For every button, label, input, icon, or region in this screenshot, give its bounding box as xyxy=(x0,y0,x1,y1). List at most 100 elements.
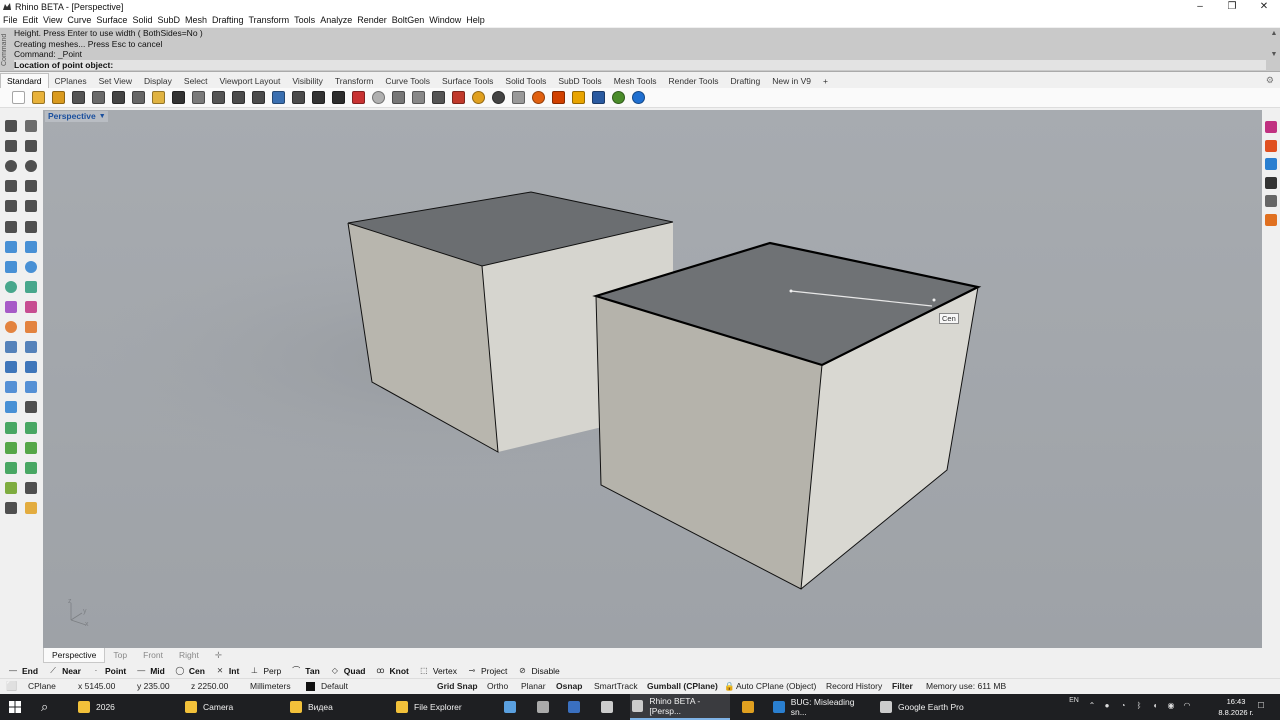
tab-mesh-tools[interactable]: Mesh Tools xyxy=(608,74,663,88)
menu-boltgen[interactable]: BoltGen xyxy=(389,14,427,27)
sphere-tool[interactable] xyxy=(22,258,40,276)
osnap-cen[interactable]: ◯ Cen xyxy=(175,666,205,676)
view-tab-front[interactable]: Front xyxy=(135,648,171,662)
mesh-grid-tool[interactable] xyxy=(22,278,40,296)
dimension-tool[interactable] xyxy=(22,378,40,396)
subd-box-tool[interactable] xyxy=(2,298,20,316)
eraser-tool[interactable] xyxy=(22,298,40,316)
triangle-tool[interactable] xyxy=(2,177,20,195)
tab-new-in-v9[interactable]: New in V9 xyxy=(766,74,817,88)
copy-button[interactable] xyxy=(128,89,148,107)
display-panel-icon[interactable] xyxy=(1265,176,1277,189)
tab-curve-tools[interactable]: Curve Tools xyxy=(379,74,436,88)
boolean-union-tool[interactable] xyxy=(2,358,20,376)
grid-snap-toggle[interactable]: Grid Snap xyxy=(437,679,478,694)
menu-curve[interactable]: Curve xyxy=(65,14,94,27)
text-tool[interactable] xyxy=(2,378,20,396)
taskbar-item[interactable]: File Explorer xyxy=(394,694,494,720)
taskbar-item[interactable] xyxy=(535,694,557,720)
zoom-window-button[interactable] xyxy=(248,89,268,107)
tab-solid-tools[interactable]: Solid Tools xyxy=(499,74,552,88)
microphone-icon[interactable]: ● xyxy=(1102,701,1112,711)
filter-toggle[interactable]: Filter xyxy=(892,679,913,694)
close-button[interactable]: ✕ xyxy=(1248,0,1280,14)
taskbar-item[interactable]: 2026 xyxy=(76,694,176,720)
menu-surface[interactable]: Surface xyxy=(94,14,130,27)
search-icon[interactable]: ⌕ xyxy=(41,694,48,720)
osnap-mid[interactable]: — Mid xyxy=(136,666,165,676)
osnap-vertex[interactable]: ⬚ Vertex xyxy=(419,666,457,676)
tab-surface-tools[interactable]: Surface Tools xyxy=(436,74,499,88)
circle-tool[interactable] xyxy=(2,157,20,175)
check-mesh-tool[interactable] xyxy=(2,479,20,497)
osnap-project[interactable]: ⊸ Project xyxy=(467,666,508,676)
tray-chevron-icon[interactable]: ⌃ xyxy=(1087,701,1097,711)
menu-tools[interactable]: Tools xyxy=(292,14,318,27)
save-button[interactable] xyxy=(48,89,68,107)
add-view-tab-button[interactable]: ✛ xyxy=(207,648,230,662)
menu-view[interactable]: View xyxy=(41,14,65,27)
menu-analyze[interactable]: Analyze xyxy=(318,14,355,27)
osnap-int[interactable]: ⨯ Int xyxy=(215,666,240,676)
flag-button[interactable] xyxy=(548,89,568,107)
language-indicator[interactable]: EN xyxy=(1067,696,1081,706)
viewport-menu-chevron-icon[interactable]: ▼ xyxy=(99,111,106,122)
layer-color-swatch[interactable] xyxy=(306,682,315,691)
sun-button[interactable] xyxy=(568,89,588,107)
hatch-tool[interactable] xyxy=(22,398,40,416)
viewport-title[interactable]: Perspective ▼ xyxy=(45,111,108,122)
tab-cplanes[interactable]: CPlanes xyxy=(49,74,93,88)
properties-icon[interactable] xyxy=(1265,121,1277,133)
maximize-button[interactable]: ❐ xyxy=(1216,0,1248,14)
rotate-view-button[interactable] xyxy=(308,89,328,107)
taskbar-item[interactable] xyxy=(740,694,762,720)
status-units[interactable]: Millimeters xyxy=(250,679,291,694)
tab-viewport-layout[interactable]: Viewport Layout xyxy=(214,74,287,88)
open-folder-button[interactable] xyxy=(28,89,48,107)
point-tool[interactable] xyxy=(22,117,40,135)
command-scrollbar[interactable]: ▲ ▼ xyxy=(1270,30,1278,70)
display-button[interactable] xyxy=(588,89,608,107)
menu-render[interactable]: Render xyxy=(355,14,390,27)
layers-panel-icon[interactable] xyxy=(1265,139,1277,152)
arc-tool[interactable] xyxy=(2,218,20,236)
help-panel-icon[interactable] xyxy=(1265,158,1277,170)
tab-transform[interactable]: Transform xyxy=(329,74,379,88)
gumball-toggle[interactable]: Gumball (CPlane) xyxy=(647,679,718,694)
osnap-knot[interactable]: ꝏ Knot xyxy=(376,666,408,676)
menu-subd[interactable]: SubD xyxy=(155,14,183,27)
planar-toggle[interactable]: Planar xyxy=(521,679,546,694)
osnap-perp[interactable]: ⊥ Perp xyxy=(249,666,281,676)
osnap-near[interactable]: ⟋ Near xyxy=(48,666,81,676)
tab-set-view[interactable]: Set View xyxy=(93,74,138,88)
tabs-gear-icon[interactable]: ⚙ xyxy=(1266,75,1274,86)
lasso-tool[interactable] xyxy=(2,499,20,517)
menu-help[interactable]: Help xyxy=(464,14,488,27)
curve-tool[interactable] xyxy=(22,137,40,155)
fillet-tool[interactable] xyxy=(22,197,40,215)
material-button[interactable] xyxy=(508,89,528,107)
polyline-tool[interactable] xyxy=(2,137,20,155)
color-wheel-button[interactable] xyxy=(468,89,488,107)
start-button[interactable] xyxy=(9,694,21,720)
lock-button[interactable] xyxy=(428,89,448,107)
status-panel-icon[interactable]: ⬜ xyxy=(6,679,17,694)
measure-tool[interactable] xyxy=(22,459,40,477)
materials-panel-icon[interactable] xyxy=(1265,213,1277,226)
bluetooth-icon[interactable]: ᛒ xyxy=(1134,701,1144,711)
rectangle-tool[interactable] xyxy=(22,177,40,195)
menu-mesh[interactable]: Mesh xyxy=(182,14,209,27)
plane-tool[interactable] xyxy=(2,238,20,256)
view-tab-right[interactable]: Right xyxy=(171,648,207,662)
smarttrack-toggle[interactable]: SmartTrack xyxy=(594,679,638,694)
record-history-toggle[interactable]: Record History xyxy=(826,679,882,694)
taskbar-item[interactable]: BUG: Misleading sn... xyxy=(771,694,871,720)
render-sphere-button[interactable] xyxy=(528,89,548,107)
box-tool[interactable] xyxy=(2,258,20,276)
zoom-extents-button[interactable] xyxy=(268,89,288,107)
osnap-quad[interactable]: ◇ Quad xyxy=(330,666,366,676)
render-tool[interactable] xyxy=(22,439,40,457)
ellipse-tool[interactable] xyxy=(22,157,40,175)
light-bulb-button[interactable] xyxy=(408,89,428,107)
minimize-button[interactable]: – xyxy=(1184,0,1216,14)
